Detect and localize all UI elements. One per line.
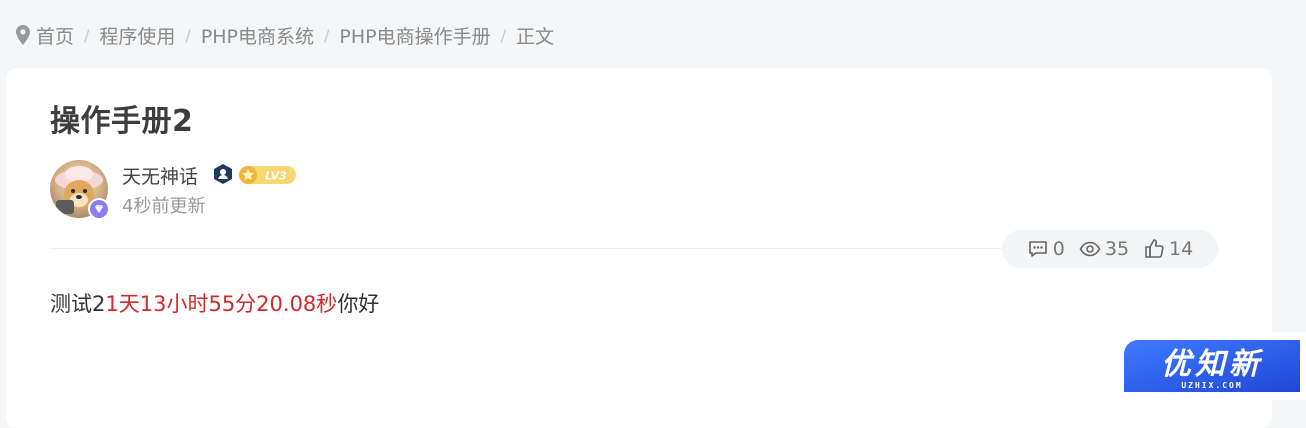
logo-text: 优知新 <box>1161 347 1264 382</box>
content-prefix: 测试2 <box>50 292 106 316</box>
breadcrumb: 首页 / 程序使用 / PHP电商系统 / PHP电商操作手册 / 正文 <box>16 22 554 48</box>
article-card: 操作手册2 天无神话 LV3 4秒前更新 0 35 14 测试21天13小时55… <box>6 68 1272 428</box>
author-name[interactable]: 天无神话 <box>122 162 198 189</box>
logo-domain: UZHIX.COM <box>1181 381 1242 390</box>
breadcrumb-separator: / <box>324 25 330 45</box>
breadcrumb-separator: / <box>84 25 90 45</box>
breadcrumb-current: 正文 <box>516 25 555 48</box>
breadcrumb-subcategory[interactable]: PHP电商系统 <box>201 22 314 49</box>
view-count-value: 35 <box>1104 238 1130 260</box>
verified-user-icon <box>214 164 232 184</box>
comment-count-value: 0 <box>1052 238 1065 260</box>
like-count-value: 14 <box>1169 238 1194 260</box>
eye-icon <box>1079 241 1101 257</box>
update-time: 4秒前更新 <box>122 196 206 217</box>
view-count: 35 <box>1079 238 1129 260</box>
level-text: LV3 <box>265 170 287 183</box>
gem-icon <box>90 200 108 218</box>
article-stats: 0 35 14 <box>1002 230 1218 268</box>
location-pin-icon <box>16 25 30 45</box>
comment-icon <box>1028 241 1047 257</box>
breadcrumb-separator: / <box>185 25 191 45</box>
breadcrumb-home[interactable]: 首页 <box>36 22 74 49</box>
breadcrumb-manual[interactable]: PHP电商操作手册 <box>339 22 490 49</box>
comment-count[interactable]: 0 <box>1027 238 1065 260</box>
content-suffix: 你好 <box>337 292 380 316</box>
vip-gem-badge <box>88 198 110 220</box>
article-title: 操作手册2 <box>50 104 194 139</box>
content-highlight: 1天13小时55分20.08秒 <box>105 292 338 316</box>
site-logo-watermark: 优知新 UZHIX.COM <box>1114 332 1306 400</box>
breadcrumb-category[interactable]: 程序使用 <box>99 22 175 49</box>
article-content: 测试21天13小时55分20.08秒你好 <box>50 288 379 318</box>
like-button[interactable]: 14 <box>1143 238 1193 260</box>
breadcrumb-separator: / <box>500 25 506 45</box>
level-badge: LV3 <box>239 166 296 184</box>
thumbs-up-icon <box>1145 239 1164 258</box>
